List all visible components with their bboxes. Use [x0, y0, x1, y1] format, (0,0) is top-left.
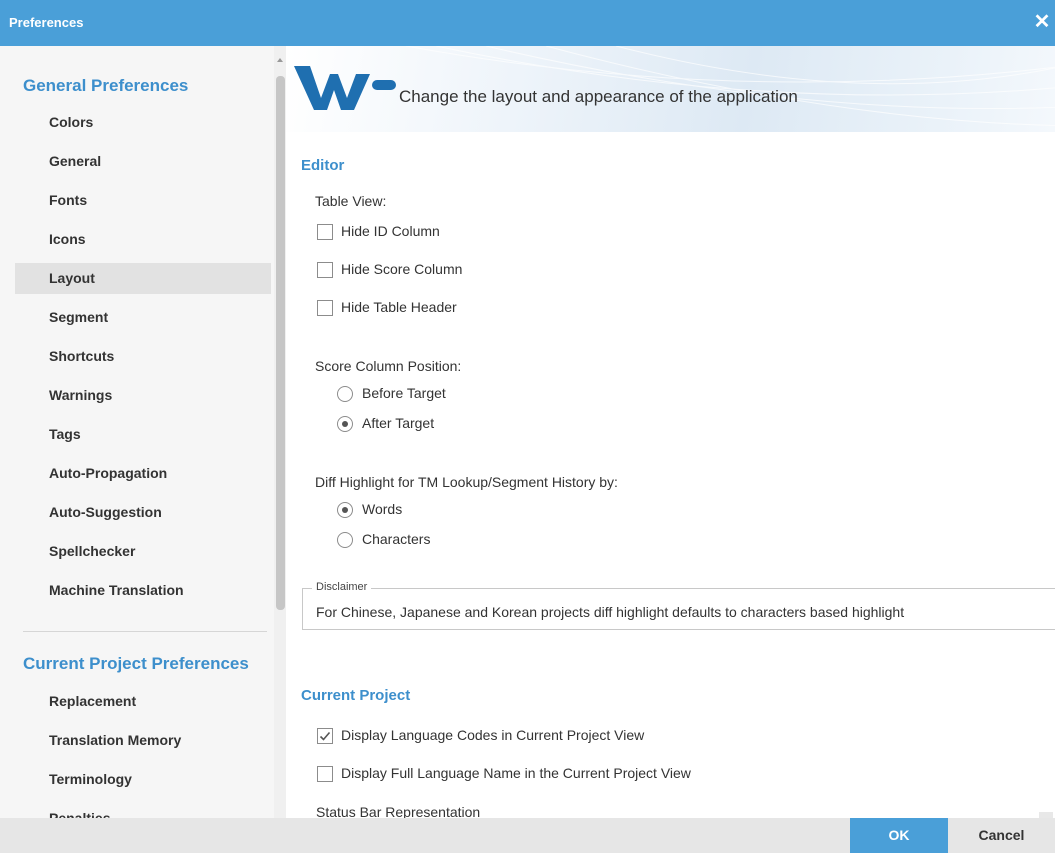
- radio-words[interactable]: [337, 502, 353, 518]
- radio-label-before-target[interactable]: Before Target: [362, 385, 446, 401]
- sidebar-item-general[interactable]: General: [15, 146, 271, 177]
- wf-logo-icon: [294, 66, 396, 110]
- radio-label-words[interactable]: Words: [362, 501, 402, 517]
- checkbox-hide-table-header[interactable]: [317, 300, 333, 316]
- sidebar-item-spellchecker[interactable]: Spellchecker: [15, 536, 271, 567]
- radio-selected-dot: [342, 421, 348, 427]
- sidebar-item-fonts[interactable]: Fonts: [15, 185, 271, 216]
- disclaimer-text: For Chinese, Japanese and Korean project…: [316, 604, 905, 620]
- sidebar-item-auto-suggestion[interactable]: Auto-Suggestion: [15, 497, 271, 528]
- ok-button[interactable]: OK: [850, 818, 948, 853]
- disclaimer-legend: Disclaimer: [312, 581, 372, 593]
- editor-section-title: Editor: [301, 157, 345, 174]
- sidebar-item-auto-propagation[interactable]: Auto-Propagation: [15, 458, 271, 489]
- cancel-button[interactable]: Cancel: [948, 818, 1055, 853]
- title-bar: Preferences ✕: [0, 0, 1055, 46]
- scroll-up-arrow-icon[interactable]: [277, 58, 283, 62]
- radio-label-after-target[interactable]: After Target: [362, 415, 434, 431]
- checkbox-hide-score-column[interactable]: [317, 262, 333, 278]
- sidebar-item-replacement[interactable]: Replacement: [15, 686, 271, 717]
- banner-description: Change the layout and appearance of the …: [399, 87, 798, 106]
- score-position-label: Score Column Position:: [315, 358, 462, 374]
- radio-label-characters[interactable]: Characters: [362, 531, 430, 547]
- close-icon[interactable]: ✕: [1031, 11, 1053, 33]
- general-preferences-heading: General Preferences: [23, 76, 189, 95]
- current-project-preferences-heading: Current Project Preferences: [23, 654, 249, 673]
- sidebar-item-translation-memory[interactable]: Translation Memory: [15, 725, 271, 756]
- sidebar-divider: [23, 631, 267, 632]
- footer-bar: OK Cancel: [0, 818, 1055, 853]
- checkbox-label-hide-id-column[interactable]: Hide ID Column: [341, 223, 440, 239]
- sidebar-item-layout[interactable]: Layout: [15, 263, 271, 294]
- sidebar-item-tags[interactable]: Tags: [15, 419, 271, 450]
- radio-before-target[interactable]: [337, 386, 353, 402]
- checkbox-display-language-codes-in-current-project-view[interactable]: [317, 728, 333, 744]
- sidebar-item-warnings[interactable]: Warnings: [15, 380, 271, 411]
- current-project-section-title: Current Project: [301, 687, 411, 704]
- sidebar-item-machine-translation[interactable]: Machine Translation: [15, 575, 271, 606]
- table-view-label: Table View:: [315, 193, 387, 209]
- checkbox-display-full-language-name-in-the-current-project-view[interactable]: [317, 766, 333, 782]
- checkbox-label-display-language-codes-in-current-project-view[interactable]: Display Language Codes in Current Projec…: [341, 727, 644, 743]
- sidebar-item-segment[interactable]: Segment: [15, 302, 271, 333]
- sidebar-scroll-thumb[interactable]: [276, 76, 285, 610]
- checkbox-label-hide-table-header[interactable]: Hide Table Header: [341, 299, 457, 315]
- checkbox-label-display-full-language-name-in-the-current-project-view[interactable]: Display Full Language Name in the Curren…: [341, 765, 691, 781]
- radio-after-target[interactable]: [337, 416, 353, 432]
- status-bar-label: Status Bar Representation: [316, 804, 481, 818]
- main-panel: Change the layout and appearance of the …: [286, 46, 1055, 818]
- checkbox-label-hide-score-column[interactable]: Hide Score Column: [341, 261, 462, 277]
- sidebar-item-terminology[interactable]: Terminology: [15, 764, 271, 795]
- sidebar-item-penalties[interactable]: Penalties: [15, 803, 271, 818]
- diff-highlight-label: Diff Highlight for TM Lookup/Segment His…: [315, 474, 618, 490]
- disclaimer-box: Disclaimer For Chinese, Japanese and Kor…: [302, 581, 1055, 630]
- radio-characters[interactable]: [337, 532, 353, 548]
- banner: Change the layout and appearance of the …: [286, 46, 1055, 132]
- sidebar: General Preferences Colors General Fonts Ic…: [0, 46, 274, 818]
- window-title: Preferences: [9, 15, 84, 30]
- sidebar-item-shortcuts[interactable]: Shortcuts: [15, 341, 271, 372]
- checkbox-hide-id-column[interactable]: [317, 224, 333, 240]
- radio-selected-dot: [342, 507, 348, 513]
- sidebar-item-colors[interactable]: Colors: [15, 107, 271, 138]
- sidebar-item-icons[interactable]: Icons: [15, 224, 271, 255]
